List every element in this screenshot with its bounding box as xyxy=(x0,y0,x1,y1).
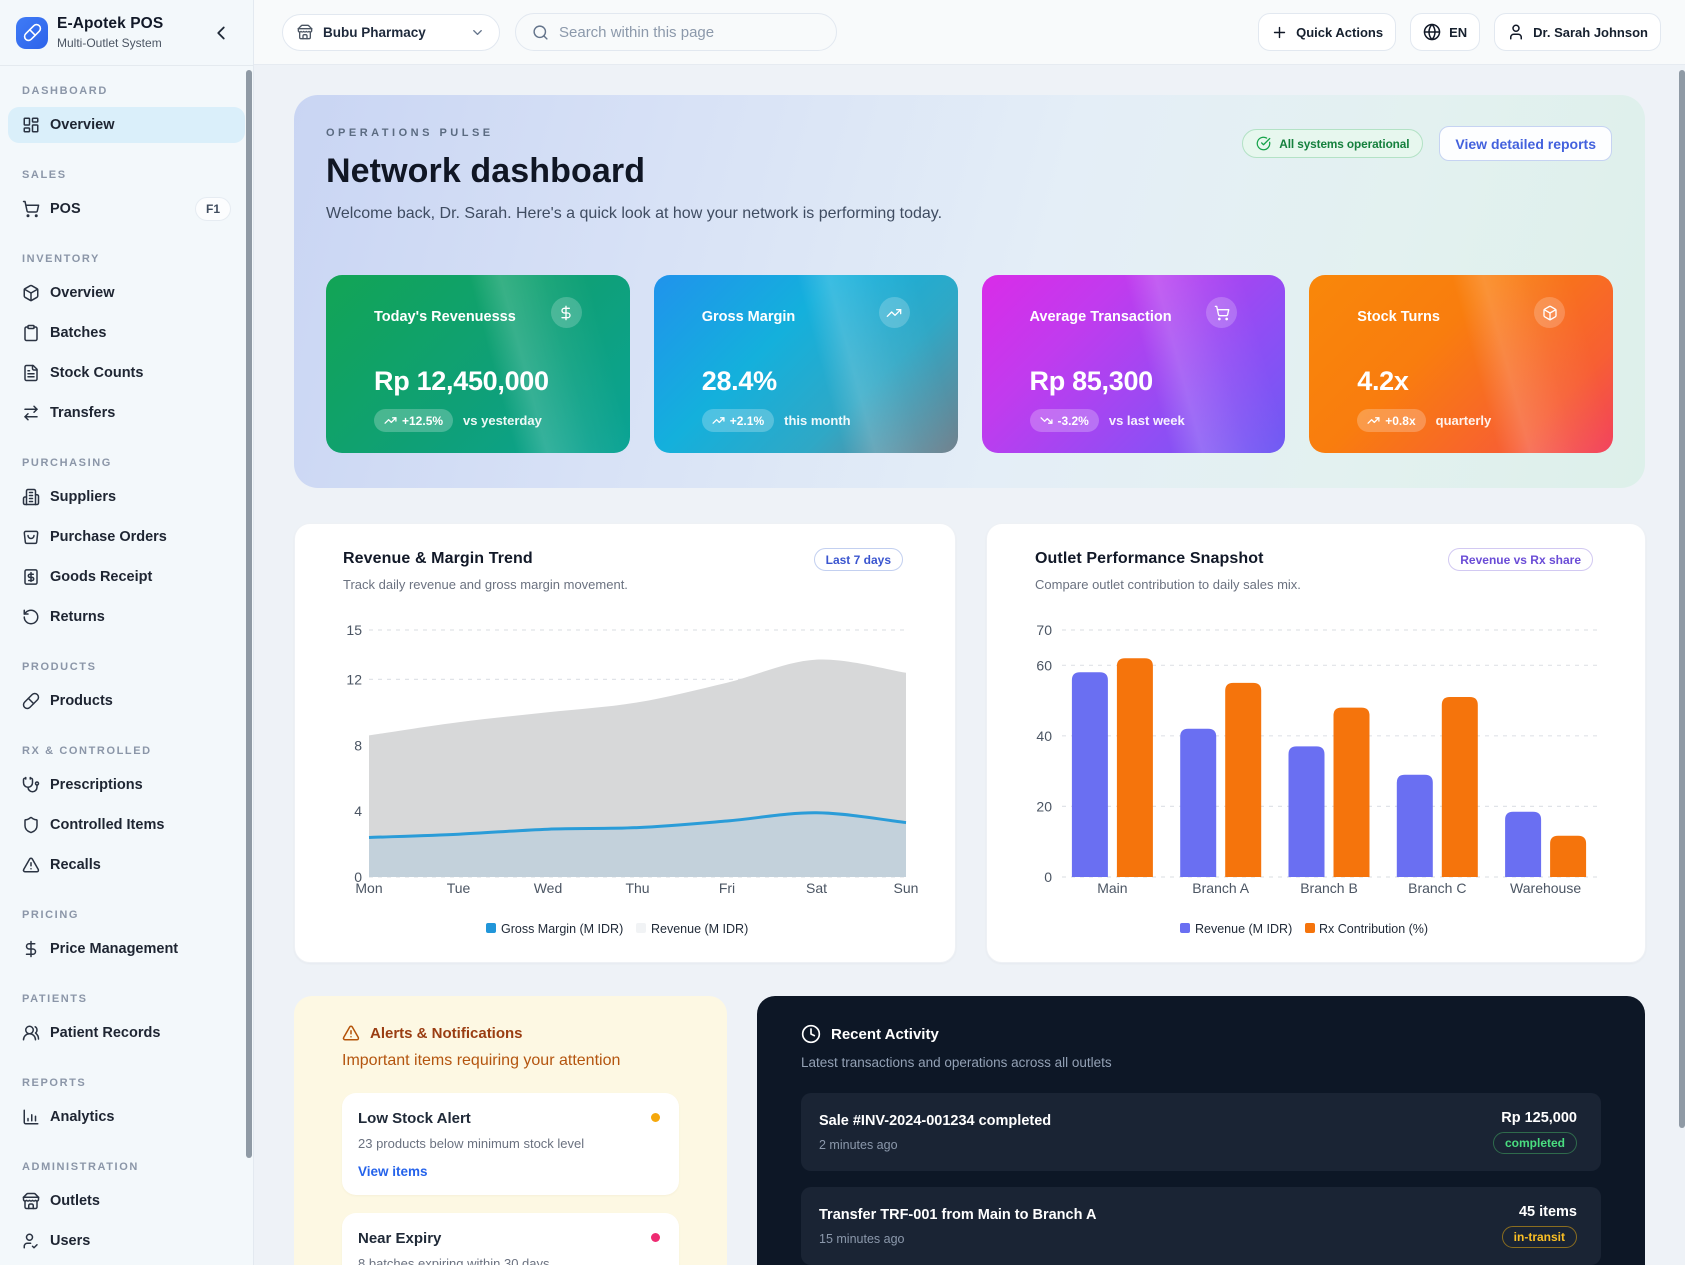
svg-text:Thu: Thu xyxy=(625,880,649,896)
svg-text:Warehouse: Warehouse xyxy=(1510,880,1581,896)
svg-text:Sun: Sun xyxy=(894,880,919,896)
svg-text:Tue: Tue xyxy=(447,880,471,896)
svg-text:Sat: Sat xyxy=(806,880,827,896)
svg-text:Branch B: Branch B xyxy=(1300,880,1358,896)
svg-text:Fri: Fri xyxy=(719,880,735,896)
svg-text:Rx Contribution (%): Rx Contribution (%) xyxy=(1319,922,1428,936)
svg-text:Wed: Wed xyxy=(534,880,563,896)
svg-text:4: 4 xyxy=(354,803,362,819)
svg-text:15: 15 xyxy=(346,622,362,638)
svg-text:40: 40 xyxy=(1036,728,1052,744)
svg-text:0: 0 xyxy=(1044,869,1052,885)
svg-text:70: 70 xyxy=(1036,622,1052,638)
svg-text:20: 20 xyxy=(1036,798,1052,814)
svg-text:Branch A: Branch A xyxy=(1192,880,1249,896)
svg-text:Revenue (M IDR): Revenue (M IDR) xyxy=(1195,922,1292,936)
svg-text:Main: Main xyxy=(1097,880,1127,896)
svg-text:Revenue (M IDR): Revenue (M IDR) xyxy=(651,922,748,936)
svg-text:12: 12 xyxy=(346,671,362,687)
svg-text:60: 60 xyxy=(1036,657,1052,673)
svg-text:Branch C: Branch C xyxy=(1408,880,1466,896)
svg-text:8: 8 xyxy=(354,737,362,753)
svg-text:Mon: Mon xyxy=(355,880,382,896)
svg-text:Gross Margin (M IDR): Gross Margin (M IDR) xyxy=(501,922,623,936)
